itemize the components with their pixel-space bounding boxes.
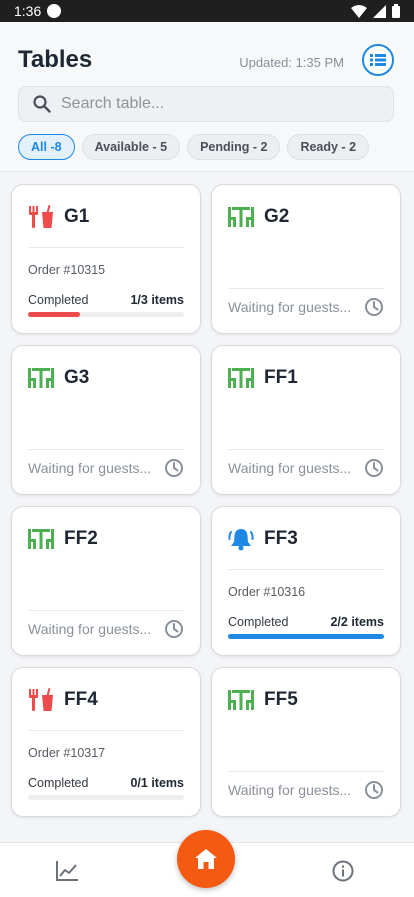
table-card-ff4[interactable]: FF4 Order #10317 Completed 0/1 items (11, 667, 201, 817)
table-name: G2 (264, 206, 290, 227)
filter-chip-all[interactable]: All -8 (18, 134, 75, 160)
table-card-ff5[interactable]: FF5 Waiting for guests... (211, 667, 401, 817)
status-bar: 1:36 (0, 0, 414, 22)
battery-icon (392, 4, 400, 18)
progress-label: Completed (28, 776, 89, 790)
divider (28, 449, 184, 450)
table-chairs-icon (228, 366, 254, 390)
table-chairs-icon (228, 205, 254, 229)
table-chairs-icon (28, 366, 54, 390)
waiting-text: Waiting for guests... (228, 782, 352, 798)
filter-chip-ready[interactable]: Ready - 2 (287, 134, 370, 160)
home-icon (195, 849, 217, 869)
clock-icon (365, 781, 383, 799)
search-bar[interactable] (18, 86, 394, 122)
search-input[interactable] (61, 95, 361, 113)
home-button[interactable] (177, 830, 235, 888)
filter-chips: All -8 Available - 5 Pending - 2 Ready -… (18, 134, 370, 160)
utensils-icon (28, 688, 54, 712)
waiting-text: Waiting for guests... (28, 621, 152, 637)
table-name: FF3 (264, 528, 298, 549)
clock-icon (365, 298, 383, 316)
divider (228, 771, 384, 772)
table-card-ff3[interactable]: FF3 Order #10316 Completed 2/2 items (211, 506, 401, 656)
table-card-ff1[interactable]: FF1 Waiting for guests... (211, 345, 401, 495)
filter-chip-available[interactable]: Available - 5 (81, 134, 181, 160)
waiting-text: Waiting for guests... (28, 460, 152, 476)
progress-bar (28, 312, 184, 317)
list-view-icon (370, 54, 386, 66)
tables-grid: G1 Order #10315 Completed 1/3 items G2 W… (11, 184, 403, 817)
table-name: FF4 (64, 689, 98, 710)
wifi-icon (351, 4, 367, 18)
clock-icon (365, 459, 383, 477)
order-number: Order #10315 (28, 263, 106, 277)
clock-icon (165, 459, 183, 477)
status-time: 1:36 (14, 3, 42, 19)
table-chairs-icon (28, 527, 54, 551)
progress-label: Completed (228, 615, 289, 629)
table-card-g1[interactable]: G1 Order #10315 Completed 1/3 items (11, 184, 201, 334)
bell-icon (228, 527, 254, 551)
updated-time: Updated: 1:35 PM (239, 55, 344, 70)
table-name: FF5 (264, 689, 298, 710)
divider (28, 610, 184, 611)
filter-chip-pending[interactable]: Pending - 2 (187, 134, 281, 160)
table-name: G3 (64, 367, 90, 388)
progress-bar (28, 795, 184, 800)
table-name: FF1 (264, 367, 298, 388)
signal-icon (373, 4, 386, 18)
divider (28, 730, 184, 731)
table-card-g3[interactable]: G3 Waiting for guests... (11, 345, 201, 495)
waiting-text: Waiting for guests... (228, 299, 352, 315)
utensils-icon (28, 205, 54, 229)
divider (228, 288, 384, 289)
order-number: Order #10316 (228, 585, 306, 599)
progress-bar-fill (28, 312, 80, 317)
progress-count: 0/1 items (130, 776, 184, 790)
notification-dot-icon (47, 4, 62, 18)
progress-bar-fill (228, 634, 384, 639)
waiting-text: Waiting for guests... (228, 460, 352, 476)
progress-label: Completed (28, 293, 89, 307)
progress-count: 2/2 items (330, 615, 384, 629)
page-title: Tables (18, 46, 93, 73)
clock-icon (165, 620, 183, 638)
search-icon (33, 95, 51, 113)
divider (228, 569, 384, 570)
header: Tables Updated: 1:35 PM All -8 Available… (0, 22, 414, 172)
progress-bar (228, 634, 384, 639)
table-name: FF2 (64, 528, 98, 549)
divider (228, 449, 384, 450)
divider (28, 247, 184, 248)
stats-chart-icon[interactable] (55, 860, 79, 882)
table-card-ff2[interactable]: FF2 Waiting for guests... (11, 506, 201, 656)
table-chairs-icon (228, 688, 254, 712)
table-name: G1 (64, 206, 90, 227)
table-card-g2[interactable]: G2 Waiting for guests... (211, 184, 401, 334)
progress-count: 1/3 items (130, 293, 184, 307)
view-toggle-button[interactable] (362, 44, 394, 76)
info-icon[interactable] (332, 860, 354, 882)
order-number: Order #10317 (28, 746, 106, 760)
